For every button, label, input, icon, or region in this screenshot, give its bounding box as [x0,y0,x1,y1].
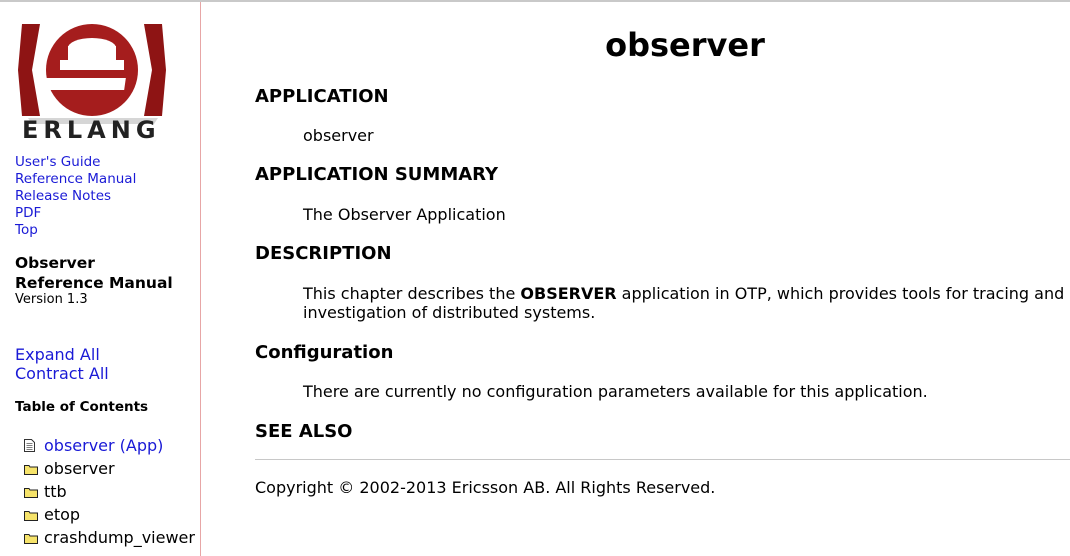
application-heading: APPLICATION [255,86,389,107]
manual-title: Observer Reference Manual [15,254,173,293]
doc-nav-links: User's Guide Reference Manual Release No… [15,154,136,239]
toc-label: etop [44,505,81,524]
description-bold: OBSERVER [520,284,617,303]
description-heading: DESCRIPTION [255,243,392,264]
summary-text: The Observer Application [303,205,506,224]
expand-all-link[interactable]: Expand All [15,345,109,364]
configuration-heading: Configuration [255,342,394,363]
footer-divider [255,459,1070,460]
release-notes-link[interactable]: Release Notes [15,188,136,205]
toc-heading: Table of Contents [15,399,149,415]
page-title: observer [605,26,765,64]
folder-icon [24,505,38,526]
toc-item-ttb[interactable]: ttb [24,481,195,504]
see-also-heading: SEE ALSO [255,421,353,442]
document-icon [24,436,38,457]
sidebar: ERLANG User's Guide Reference Manual Rel… [0,2,201,556]
description-pre: This chapter describes the [303,284,521,303]
contract-all-link[interactable]: Contract All [15,364,109,383]
folder-icon [24,459,38,480]
folder-icon [24,482,38,503]
toc-label: ttb [44,482,67,501]
configuration-text: There are currently no configuration par… [303,382,928,401]
version-label: Version 1.3 [15,292,88,307]
application-text: observer [303,126,374,145]
toc-item-observer-app[interactable]: observer (App) [24,435,195,458]
toc-link[interactable]: observer (App) [44,436,163,455]
description-text: This chapter describes the OBSERVER appl… [303,284,1070,322]
logo-wordmark: ERLANG [22,116,161,144]
toc-item-observer[interactable]: observer [24,458,195,481]
manual-title-line1: Observer [15,254,95,272]
toc-item-crashdump-viewer[interactable]: crashdump_viewer [24,527,195,550]
manual-title-line2: Reference Manual [15,273,173,292]
summary-heading: APPLICATION SUMMARY [255,164,499,185]
copyright-text: Copyright © 2002-2013 Ericsson AB. All R… [255,478,716,497]
users-guide-link[interactable]: User's Guide [15,154,136,171]
top-link[interactable]: Top [15,222,136,239]
expand-contract-controls: Expand All Contract All [15,345,109,383]
toc-item-etop[interactable]: etop [24,504,195,527]
table-of-contents: observer (App) observer ttb etop crashdu… [24,435,195,550]
toc-label: observer [44,459,115,478]
toc-label: crashdump_viewer [44,528,195,547]
reference-manual-link[interactable]: Reference Manual [15,171,136,188]
pdf-link[interactable]: PDF [15,205,136,222]
folder-icon [24,528,38,549]
